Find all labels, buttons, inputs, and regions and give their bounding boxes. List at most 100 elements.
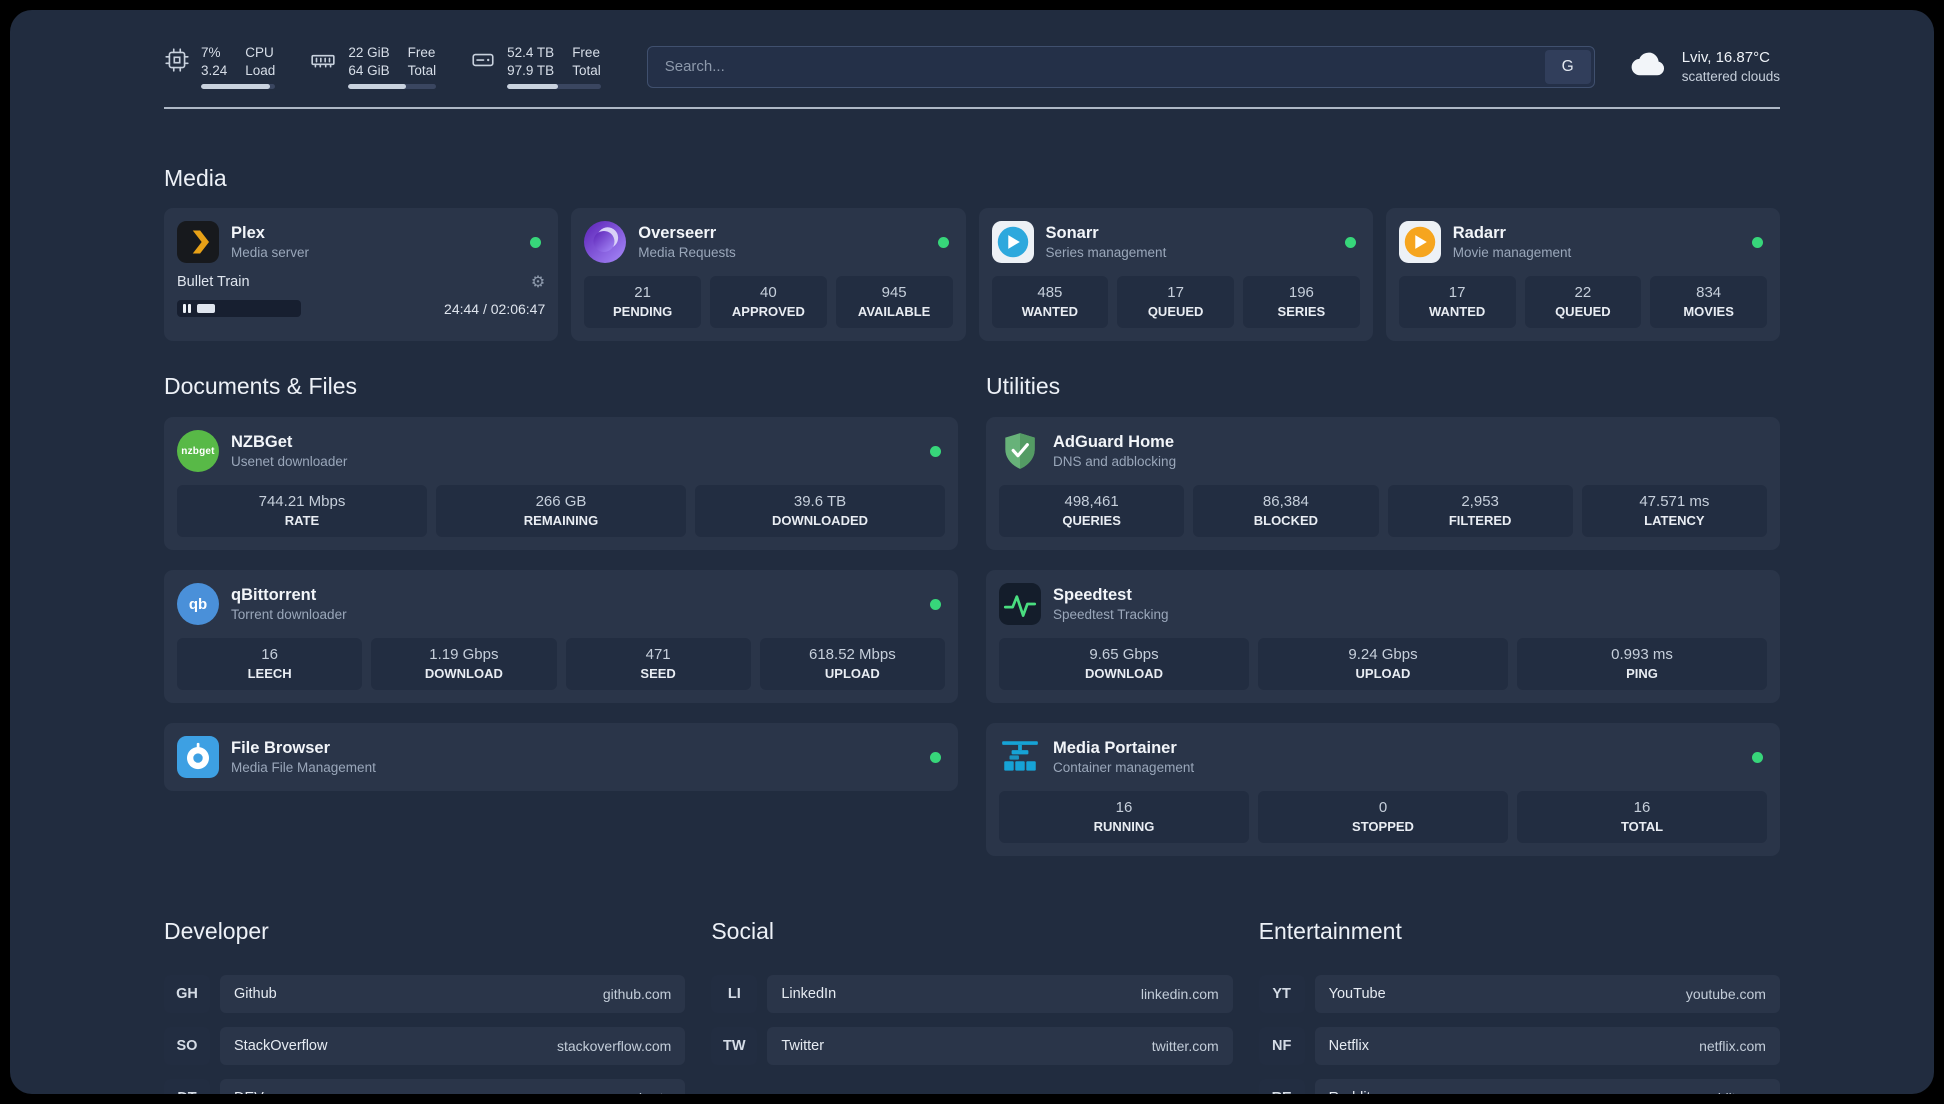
playback-time: 24:44 / 02:06:47 <box>444 300 546 317</box>
link-reddit[interactable]: RE Reddit reddit.com <box>1258 1079 1780 1094</box>
stat-tile: 0.993 ms PING <box>1517 638 1767 690</box>
qbittorrent-card[interactable]: qb qBittorrent Torrent downloader 16 LEE… <box>164 570 958 703</box>
header-divider <box>164 107 1780 109</box>
speedtest-card[interactable]: Speedtest Speedtest Tracking 9.65 Gbps D… <box>986 570 1780 703</box>
app-name: qBittorrent <box>231 585 317 604</box>
status-online-dot <box>930 598 941 610</box>
section-title-documents: Documents & Files <box>164 373 358 399</box>
link-url: dev.to <box>634 1090 671 1094</box>
app-desc: Speedtest Tracking <box>1053 606 1169 622</box>
playback-progress-bar[interactable] <box>177 300 301 317</box>
playback-progress-fill <box>196 304 215 313</box>
link-name: YouTube <box>1328 986 1386 1002</box>
stat-value: 945 <box>881 284 907 301</box>
section-title-developer: Developer <box>164 918 269 944</box>
stat-value: 47.571 ms <box>1639 493 1710 510</box>
pause-icon[interactable] <box>183 304 191 313</box>
memory-total-label: Total <box>407 62 437 78</box>
stat-value: 266 GB <box>535 493 587 510</box>
stat-value: 471 <box>645 646 671 663</box>
app-name: Speedtest <box>1053 585 1132 604</box>
link-name: Twitter <box>781 1038 825 1054</box>
stat-value: 744.21 Mbps <box>258 493 346 510</box>
stat-tile: 16 RUNNING <box>999 791 1249 843</box>
link-name: LinkedIn <box>781 986 837 1002</box>
sonarr-card[interactable]: Sonarr Series management 485 WANTED 17 Q… <box>978 208 1373 341</box>
link-stackoverflow[interactable]: SO StackOverflow stackoverflow.com <box>164 1027 686 1065</box>
search-engine-button[interactable]: G <box>1544 49 1591 84</box>
stat-label: UPLOAD <box>1355 666 1411 681</box>
stat-label: SEED <box>640 666 676 681</box>
stat-value: 39.6 TB <box>793 493 847 510</box>
stat-label: WANTED <box>1428 304 1486 319</box>
memory-free-label: Free <box>407 45 436 60</box>
portainer-card[interactable]: Media Portainer Container management 16 … <box>986 723 1780 856</box>
stat-tile: 21 PENDING <box>584 276 701 328</box>
link-youtube[interactable]: YT YouTube youtube.com <box>1258 975 1780 1013</box>
social-links-column: Social LI LinkedIn linkedin.com TW Twitt… <box>711 918 1233 1065</box>
adguard-card[interactable]: AdGuard Home DNS and adblocking 498,461 … <box>986 417 1780 550</box>
stat-value: 0 <box>1378 799 1388 816</box>
cloud-icon <box>1629 49 1669 84</box>
stat-tile: 17 WANTED <box>1398 276 1516 328</box>
link-abbr-badge: TW <box>711 1027 758 1065</box>
link-name: StackOverflow <box>234 1038 328 1054</box>
app-desc: DNS and adblocking <box>1053 453 1177 469</box>
filebrowser-card[interactable]: File Browser Media File Management <box>164 723 958 791</box>
app-name: NZBGet <box>231 432 293 451</box>
disk-total-label: Total <box>572 62 601 78</box>
link-twitter[interactable]: TW Twitter twitter.com <box>711 1027 1233 1065</box>
stat-label: APPROVED <box>731 304 805 319</box>
stat-label: MOVIES <box>1683 304 1734 319</box>
stat-label: RATE <box>284 513 320 528</box>
link-abbr-badge: LI <box>711 975 758 1013</box>
speedtest-icon <box>999 583 1041 625</box>
link-abbr-badge: YT <box>1258 975 1305 1013</box>
stat-value: 22 <box>1574 284 1592 301</box>
stat-tile: 196 SERIES <box>1243 276 1360 328</box>
entertainment-links-column: Entertainment YT YouTube youtube.com NF … <box>1258 918 1780 1094</box>
section-title-utilities: Utilities <box>986 373 1061 399</box>
stat-tile: 17 QUEUED <box>1117 276 1234 328</box>
link-linkedin[interactable]: LI LinkedIn linkedin.com <box>711 975 1233 1013</box>
app-name: Overseerr <box>638 223 717 242</box>
cpu-load-label: Load <box>245 62 276 78</box>
stat-value: 0.993 ms <box>1611 646 1673 663</box>
stat-label: REMAINING <box>523 513 599 528</box>
link-netflix[interactable]: NF Netflix netflix.com <box>1258 1027 1780 1065</box>
search-bar[interactable]: G <box>646 45 1595 88</box>
stat-value: 21 <box>634 284 651 301</box>
cpu-load: 3.24 <box>201 62 228 78</box>
plex-card[interactable]: Plex Media server Bullet Train ⚙ 24:44 /… <box>164 208 559 341</box>
utilities-column: Utilities AdGuard Home DNS and adblockin… <box>986 373 1780 856</box>
plex-icon <box>177 221 219 263</box>
stat-value: 2,953 <box>1461 493 1499 510</box>
stat-label: FILTERED <box>1448 513 1512 528</box>
status-online-dot <box>530 236 542 248</box>
link-url: netflix.com <box>1699 1038 1766 1054</box>
gear-icon[interactable]: ⚙ <box>531 272 545 292</box>
stat-value: 16 <box>1115 799 1133 816</box>
stat-value: 16 <box>1633 799 1651 816</box>
stat-value: 9.65 Gbps <box>1089 646 1159 663</box>
link-dev[interactable]: DT DEV dev.to <box>164 1079 686 1094</box>
overseerr-card[interactable]: Overseerr Media Requests 21 PENDING 40 A… <box>571 208 966 341</box>
search-input[interactable] <box>650 58 1545 75</box>
app-name: Plex <box>231 223 265 242</box>
disk-free: 52.4 TB <box>507 45 555 60</box>
stat-value: 498,461 <box>1064 493 1119 510</box>
link-abbr-badge: RE <box>1258 1079 1305 1094</box>
link-name: DEV <box>234 1090 264 1094</box>
link-url: reddit.com <box>1701 1090 1766 1094</box>
status-online-dot <box>937 236 949 248</box>
memory-total: 64 GiB <box>348 62 390 78</box>
app-desc: Series management <box>1045 244 1167 260</box>
stat-tile: 618.52 Mbps UPLOAD <box>759 638 945 690</box>
link-github[interactable]: GH Github github.com <box>164 975 686 1013</box>
status-online-dot <box>1344 236 1356 248</box>
app-name: Sonarr <box>1045 223 1099 242</box>
radarr-card[interactable]: Radarr Movie management 17 WANTED 22 QUE… <box>1385 208 1780 341</box>
app-name: Radarr <box>1452 223 1506 242</box>
app-name: Media Portainer <box>1053 738 1177 757</box>
nzbget-card[interactable]: nzbget NZBGet Usenet downloader 744.21 M… <box>164 417 958 550</box>
